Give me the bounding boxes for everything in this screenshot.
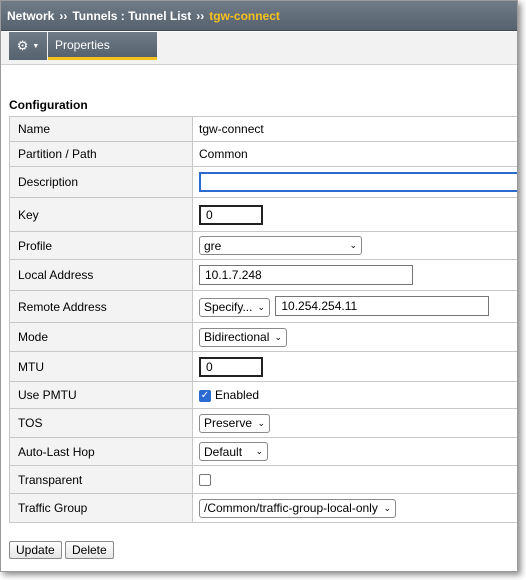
chevron-down-icon: ⌄	[349, 240, 357, 250]
tos-select[interactable]: Preserve ⌄	[199, 413, 270, 433]
tab-bar: ⚙ ▼ Properties	[1, 32, 517, 65]
auto-last-hop-select[interactable]: Default ⌄	[199, 442, 268, 461]
mode-selected: Bidirectional	[204, 330, 270, 344]
caret-down-icon: ▼	[32, 42, 40, 50]
local-address-label: Local Address	[9, 259, 193, 291]
breadcrumb-network[interactable]: Network	[7, 9, 54, 23]
name-value: tgw-connect	[199, 122, 264, 136]
table-row: Partition / Path Common	[9, 141, 517, 167]
mode-label: Mode	[9, 322, 193, 352]
table-row: Name tgw-connect	[9, 116, 517, 142]
chevron-down-icon: ⌄	[257, 417, 265, 428]
gear-icon: ⚙	[16, 38, 29, 53]
use-pmtu-checkbox[interactable]: ✓	[199, 389, 211, 402]
remote-address-input[interactable]	[275, 296, 490, 317]
chevron-down-icon: ⌄	[255, 446, 263, 456]
traffic-group-select[interactable]: /Common/traffic-group-local-only ⌄	[199, 498, 396, 518]
window-frame: Network ›› Tunnels : Tunnel List ›› tgw-…	[0, 0, 518, 572]
key-label: Key	[9, 197, 193, 232]
table-row: Description	[9, 166, 517, 198]
partition-value: Common	[199, 147, 248, 161]
profile-label: Profile	[9, 231, 193, 260]
gear-menu-button[interactable]: ⚙ ▼	[9, 32, 47, 60]
breadcrumb-current: tgw-connect	[209, 8, 280, 23]
update-button[interactable]: Update	[9, 541, 62, 559]
table-row: MTU	[9, 351, 517, 382]
mtu-label: MTU	[9, 351, 193, 382]
traffic-group-selected: /Common/traffic-group-local-only	[204, 501, 378, 515]
transparent-checkbox[interactable]	[199, 474, 211, 487]
chevron-down-icon: ⌄	[274, 331, 282, 342]
remote-address-mode-selected: Specify...	[204, 300, 253, 315]
mode-select[interactable]: Bidirectional ⌄	[199, 327, 287, 347]
delete-button[interactable]: Delete	[65, 541, 114, 559]
table-row: Auto-Last Hop Default ⌄	[9, 437, 517, 466]
use-pmtu-label: Use PMTU	[9, 381, 193, 409]
auto-last-hop-selected: Default	[204, 444, 243, 459]
configuration-table: Name tgw-connect Partition / Path Common…	[9, 116, 517, 523]
table-row: Profile gre ⌄	[9, 231, 517, 260]
tab-properties[interactable]: Properties	[48, 32, 157, 60]
table-row: Key	[9, 197, 517, 232]
chevron-down-icon: ⌄	[383, 502, 391, 513]
table-row: Remote Address Specify... ⌄	[9, 290, 517, 323]
table-row: Transparent	[9, 465, 517, 494]
traffic-group-label: Traffic Group	[9, 493, 193, 523]
tos-label: TOS	[9, 408, 193, 438]
use-pmtu-value: Enabled	[215, 388, 260, 402]
remote-address-label: Remote Address	[9, 290, 193, 323]
table-row: Traffic Group /Common/traffic-group-loca…	[9, 493, 517, 523]
profile-select[interactable]: gre ⌄	[199, 236, 362, 255]
description-label: Description	[9, 166, 193, 198]
breadcrumb-separator: ››	[59, 8, 68, 23]
chevron-down-icon: ⌄	[257, 301, 265, 312]
table-row: Local Address	[9, 259, 517, 291]
local-address-input[interactable]	[199, 265, 413, 285]
breadcrumb: Network ›› Tunnels : Tunnel List ›› tgw-…	[1, 1, 517, 31]
auto-last-hop-label: Auto-Last Hop	[9, 437, 193, 466]
mtu-input[interactable]	[199, 356, 263, 377]
table-row: TOS Preserve ⌄	[9, 408, 517, 438]
table-row: Use PMTU ✓ Enabled	[9, 381, 517, 409]
table-row: Mode Bidirectional ⌄	[9, 322, 517, 352]
description-input[interactable]	[199, 172, 517, 192]
breadcrumb-tunnel-list[interactable]: Tunnels : Tunnel List	[72, 9, 191, 23]
transparent-label: Transparent	[9, 465, 193, 494]
tos-selected: Preserve	[204, 416, 253, 430]
remote-address-mode-select[interactable]: Specify... ⌄	[199, 297, 270, 317]
key-input[interactable]	[199, 204, 263, 225]
section-title: Configuration	[9, 98, 88, 112]
partition-label: Partition / Path	[9, 141, 193, 167]
profile-selected: gre	[204, 238, 222, 253]
breadcrumb-separator: ››	[196, 8, 205, 23]
name-label: Name	[9, 116, 193, 142]
